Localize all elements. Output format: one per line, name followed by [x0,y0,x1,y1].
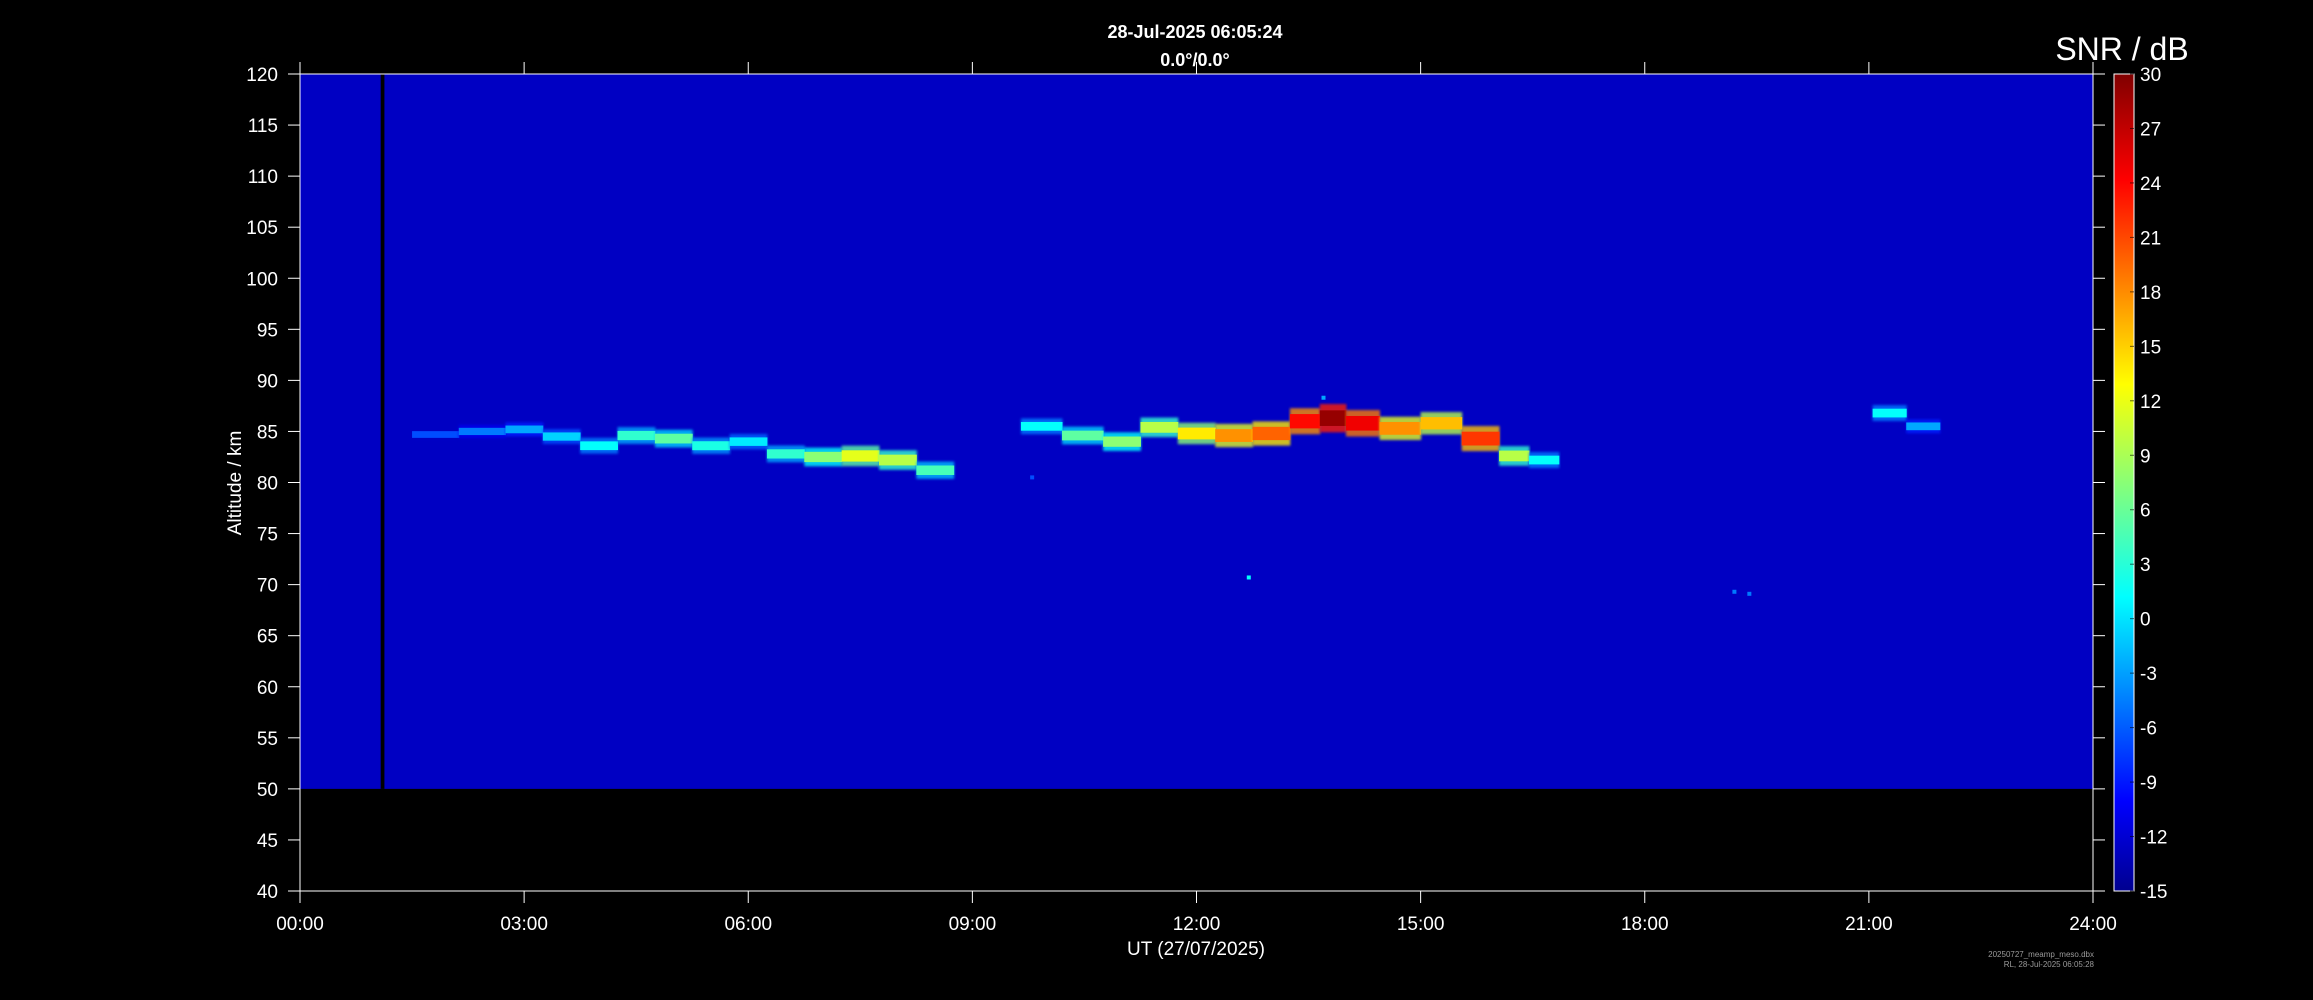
echo-cell [1319,410,1347,426]
y-tick-label: 90 [257,371,278,392]
colorbar-label: SNR / dB [2055,31,2188,67]
echo-cell [505,425,544,434]
isolated-echo [1321,395,1326,400]
echo-cell [1528,455,1560,465]
snr-heatmap-chart: 28-Jul-2025 06:05:24 0.0°/0.0° 00:00 03:0… [225,22,2189,969]
y-tick-label: 50 [257,780,278,801]
isolated-echo [1030,475,1035,480]
echo-cell [841,450,880,462]
echo-cell [1379,421,1422,435]
echo-cell [1499,450,1530,462]
echo-cell [1420,417,1463,430]
echo-cell [692,441,731,451]
echo-cell [458,427,506,436]
colorbar-tick-label: 27 [2140,119,2161,140]
colorbar-tick-label: 6 [2140,501,2151,522]
colorbar-tick-label: 15 [2140,337,2161,358]
colorbar-tick-label: 12 [2140,392,2161,413]
x-tick-label: 24:00 [2069,914,2117,935]
y-tick-label: 75 [257,525,278,546]
colorbar-tick-label: -3 [2140,664,2157,685]
echo-cell [580,441,619,451]
echo-cell [542,432,581,441]
y-tick-label: 40 [257,882,278,903]
y-tick-label: 85 [257,422,278,443]
plot-area [300,74,2093,789]
y-tick-label: 55 [257,729,278,750]
y-tick-label: 120 [246,65,278,86]
echo-cell [1289,414,1321,429]
isolated-echo [1246,575,1251,580]
x-tick-label: 06:00 [724,914,772,935]
echo-cell [1872,408,1907,418]
colorbar-tick-label: -12 [2140,828,2167,849]
y-tick-label: 60 [257,678,278,699]
echo-cell [1906,422,1941,431]
echo-cell [1103,436,1141,447]
chart-title: 28-Jul-2025 06:05:24 [1107,22,1282,42]
echo-cell [1020,421,1063,431]
y-tick-label: 95 [257,320,278,341]
y-tick-label: 80 [257,474,278,495]
echo-cell [878,454,917,466]
x-axis-label: UT (27/07/2025) [1127,939,1265,960]
colorbar-tick-label: -15 [2140,882,2167,903]
echo-cell [766,449,805,459]
y-tick-label: 110 [248,167,278,188]
colorbar-tick-label: 9 [2140,446,2151,467]
echo-cell [1345,415,1381,431]
colorbar: -15 -12 -9 -6 -3 0 3 6 9 12 15 18 21 24 27 30 [2113,65,2167,903]
x-tick-label: 00:00 [276,914,324,935]
echo-cell [654,433,693,444]
y-tick-label: 45 [257,831,278,852]
echo-cell [1215,429,1254,442]
y-tick-label: 70 [257,576,278,597]
colorbar-tick-label: 0 [2140,610,2151,631]
data-gap [380,74,385,789]
x-tick-label: 09:00 [949,914,997,935]
isolated-echo [1732,589,1737,594]
footer-timestamp: RL, 28-Jul-2025 06:05:28 [2004,960,2095,969]
chart-subtitle: 0.0°/0.0° [1160,50,1229,70]
colorbar-tick-label: 24 [2140,174,2162,195]
x-tick-label: 15:00 [1397,914,1445,935]
y-axis-label: Altitude / km [225,431,246,536]
y-tick-label: 100 [246,269,278,290]
echo-cell [1140,421,1179,433]
y-tick-label: 65 [257,627,278,648]
echo-cell [1177,427,1216,440]
echo-cell [1062,430,1104,441]
echo-cell [617,430,656,441]
echo-cell [804,451,843,463]
colorbar-tick-label: 30 [2140,65,2161,86]
colorbar-tick-label: -9 [2140,773,2157,794]
echo-cell [1252,426,1291,441]
echo-cell [729,437,768,446]
y-tick-label: 115 [248,116,278,137]
x-tick-label: 03:00 [500,914,548,935]
x-tick-label: 21:00 [1845,914,1893,935]
footer-filename: 20250727_meamp_meso.dbx [1988,950,2094,959]
colorbar-tick-label: -6 [2140,719,2157,740]
colorbar-tick-label: 3 [2140,555,2151,576]
isolated-echo [1747,591,1752,596]
echo-cell [916,465,955,476]
x-tick-label: 18:00 [1621,914,1669,935]
colorbar-tick-label: 18 [2140,283,2161,304]
echo-cell [412,431,460,438]
colorbar-tick-label: 21 [2140,228,2161,249]
x-tick-label: 12:00 [1173,914,1221,935]
echo-cell [1461,431,1500,446]
y-tick-label: 105 [246,218,278,239]
colorbar-scale [2113,73,2135,892]
